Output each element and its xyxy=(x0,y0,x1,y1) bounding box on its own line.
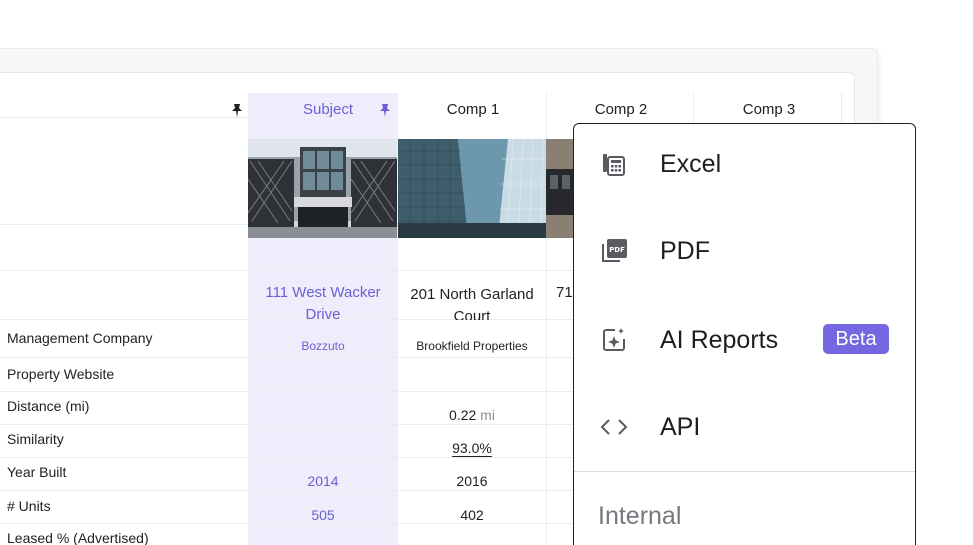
comp1-address-line2: Court xyxy=(453,308,491,320)
comp1-distance-unit: mi xyxy=(480,407,495,423)
calculator-icon xyxy=(600,150,628,178)
menu-item-excel[interactable]: Excel xyxy=(574,134,915,194)
comp1-management-company: Brookfield Properties xyxy=(416,339,528,353)
comp2-building-photo xyxy=(546,139,576,238)
comp1-distance: 0.22 mi xyxy=(398,407,546,423)
subject-management-company: Bozzuto xyxy=(301,339,345,353)
row-divider xyxy=(0,357,575,358)
subject-year-built: 2014 xyxy=(307,473,339,489)
pin-icon[interactable] xyxy=(231,103,243,117)
row-divider xyxy=(0,457,575,458)
row-divider xyxy=(0,117,248,118)
column-header-comp2[interactable]: Comp 2 xyxy=(546,101,696,118)
subject-units: 505 xyxy=(311,507,335,523)
row-divider xyxy=(0,391,575,392)
row-divider xyxy=(0,224,248,225)
subject-address[interactable]: 111 West Wacker Drive xyxy=(248,282,398,326)
row-divider xyxy=(0,490,575,491)
subject-address-line2: Drive xyxy=(305,306,341,323)
beta-badge: Beta xyxy=(823,324,889,354)
row-label-property-website: Property Website xyxy=(7,366,115,382)
pdf-icon: PDF xyxy=(600,237,628,265)
svg-text:PDF: PDF xyxy=(609,246,625,254)
subject-address-line1: 111 West Wacker xyxy=(265,284,381,301)
menu-item-api-label: API xyxy=(660,412,701,441)
row-label-similarity: Similarity xyxy=(7,431,64,447)
comp1-building-photo xyxy=(398,139,546,238)
comp1-address-line1: 201 North Garland xyxy=(410,286,534,303)
comp1-similarity[interactable]: 93.0% xyxy=(398,440,546,456)
row-label-leased-percent: Leased % (Advertised) xyxy=(7,530,149,545)
code-icon xyxy=(600,413,628,441)
comp1-units: 402 xyxy=(460,507,484,523)
column-header-comp1[interactable]: Comp 1 xyxy=(398,101,548,118)
column-header-comp3[interactable]: Comp 3 xyxy=(694,101,844,118)
menu-item-api[interactable]: API xyxy=(574,397,915,457)
comp1-similarity-value: 93.0% xyxy=(452,440,492,456)
menu-divider xyxy=(574,471,915,472)
row-label-distance: Distance (mi) xyxy=(7,398,90,414)
menu-item-excel-label: Excel xyxy=(660,149,722,178)
row-divider xyxy=(0,523,575,524)
subject-building-photo xyxy=(248,139,397,238)
export-menu: Excel PDF PDF AI Reports Beta API Intern… xyxy=(573,123,916,545)
menu-section-internal: Internal xyxy=(598,502,682,530)
comp1-address[interactable]: 201 North Garland Court xyxy=(398,284,546,320)
menu-item-pdf-label: PDF xyxy=(660,236,710,265)
row-divider xyxy=(0,424,575,425)
comp1-year-built: 2016 xyxy=(456,473,488,489)
subject-pin-icon[interactable] xyxy=(379,103,391,117)
row-label-management-company: Management Company xyxy=(7,330,153,346)
row-divider xyxy=(0,270,575,271)
menu-item-pdf[interactable]: PDF PDF xyxy=(574,221,915,281)
ai-sparkle-icon xyxy=(600,326,628,354)
row-label-units: # Units xyxy=(7,498,51,514)
menu-item-ai-reports-label: AI Reports xyxy=(660,325,779,354)
row-label-year-built: Year Built xyxy=(7,464,67,480)
comp1-distance-value: 0.22 xyxy=(449,407,477,423)
